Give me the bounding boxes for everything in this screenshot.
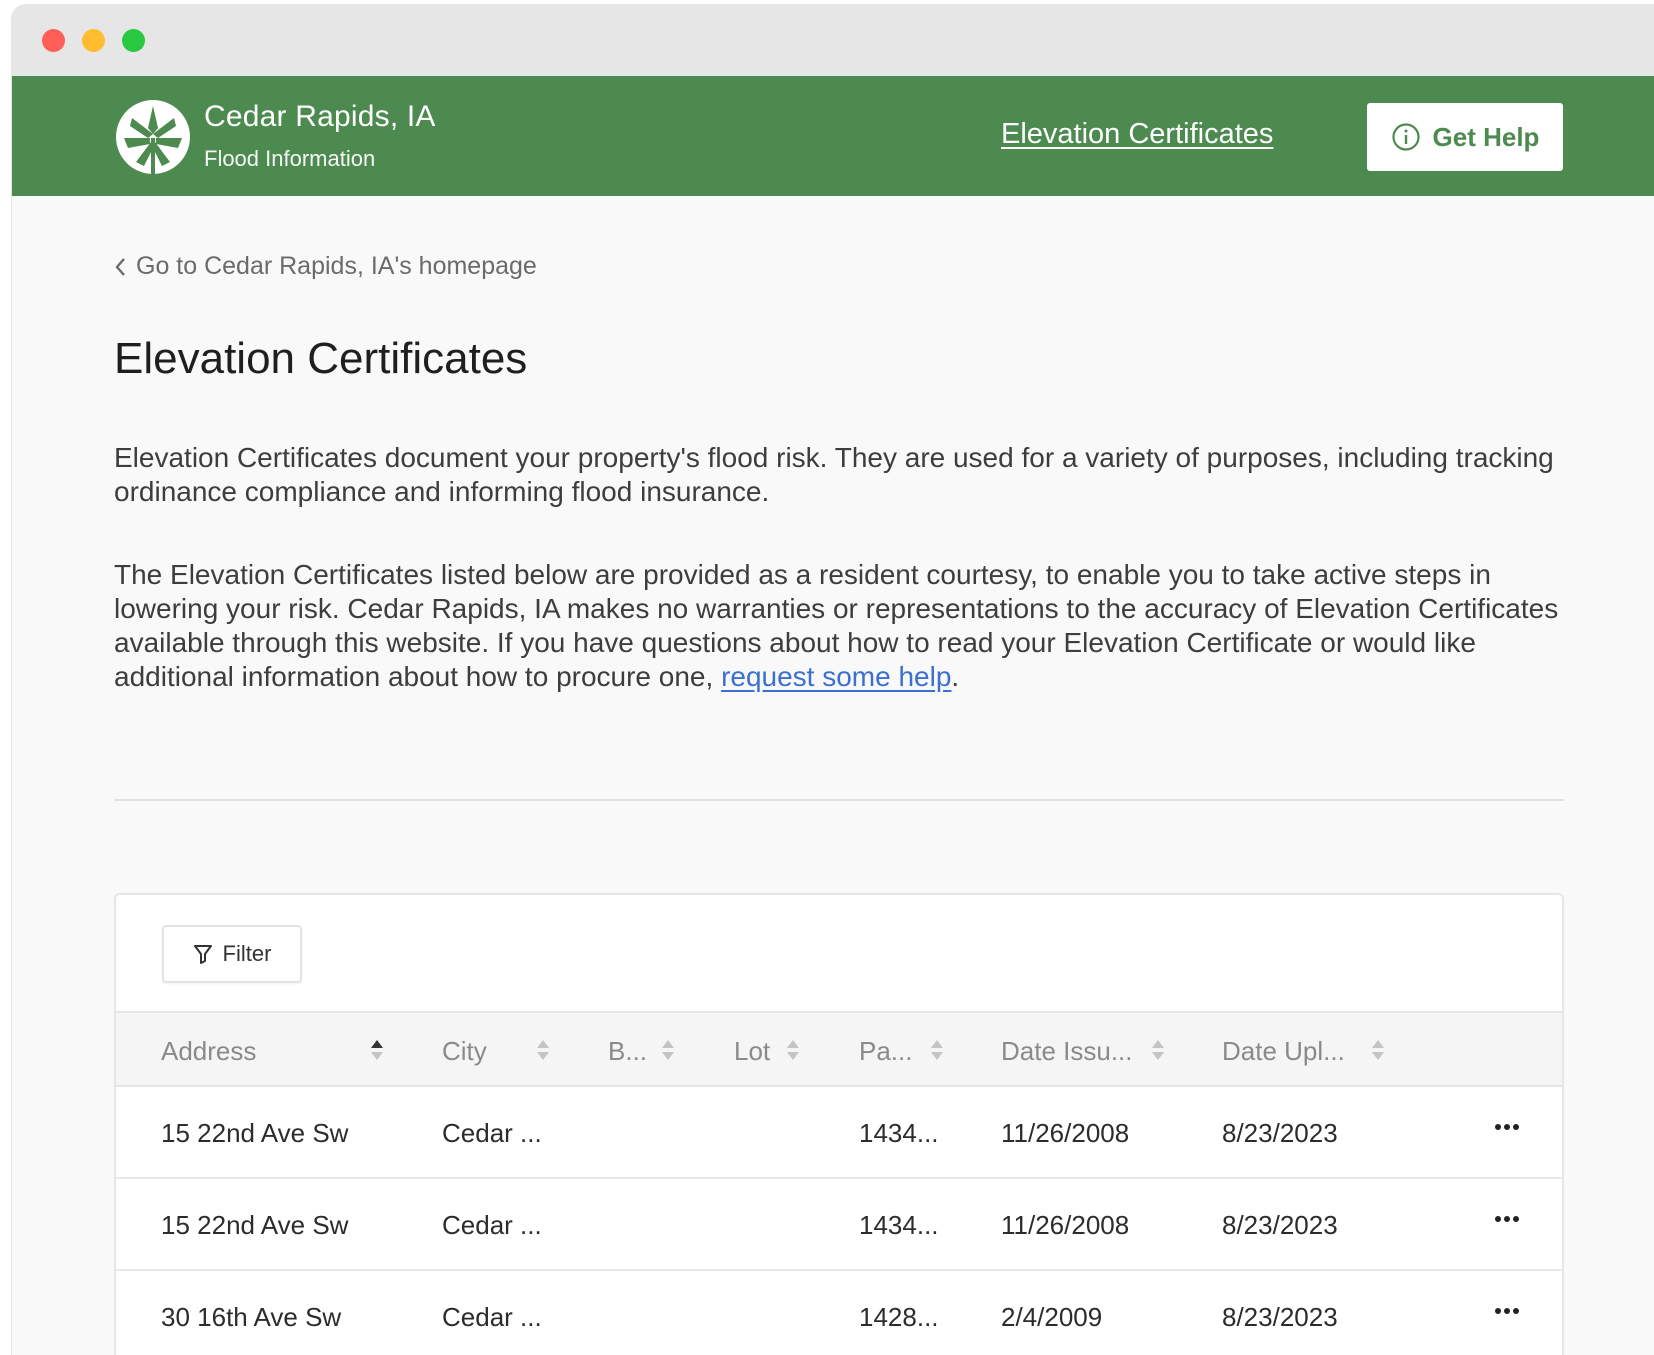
sort-icon[interactable] <box>370 1038 384 1062</box>
table-row[interactable]: 30 16th Ave Sw Cedar ... 1428... 2/4/200… <box>116 1271 1562 1355</box>
more-icon[interactable] <box>1494 1123 1520 1131</box>
column-header-parcel[interactable]: Pa... <box>859 1013 912 1089</box>
cell-parcel: 1428... <box>859 1301 939 1332</box>
sort-icon[interactable] <box>536 1038 550 1062</box>
column-header-city[interactable]: City <box>442 1013 487 1089</box>
sort-icon[interactable] <box>661 1038 675 1062</box>
column-header-address[interactable]: Address <box>161 1013 256 1089</box>
sort-icon[interactable] <box>1371 1038 1385 1062</box>
more-icon[interactable] <box>1494 1307 1520 1315</box>
cell-address: 15 22nd Ave Sw <box>161 1209 349 1240</box>
intro-paragraph: Elevation Certificates document your pro… <box>114 442 1554 507</box>
more-icon[interactable] <box>1494 1215 1520 1223</box>
filter-label: Filter <box>222 941 272 966</box>
browser-window: Cedar Rapids, IA Flood Information Eleva… <box>12 5 1654 1355</box>
nav-elevation-certificates-link[interactable]: Elevation Certificates <box>1001 118 1273 151</box>
maximize-window-button[interactable] <box>122 29 145 52</box>
cell-date-issued: 11/26/2008 <box>1001 1117 1130 1148</box>
page-title: Elevation Certificates <box>114 334 528 383</box>
cell-address: 30 16th Ave Sw <box>161 1301 342 1332</box>
cell-date-uploaded: 8/23/2023 <box>1222 1301 1338 1332</box>
filter-button[interactable]: Filter <box>162 925 302 983</box>
minimize-window-button[interactable] <box>82 29 105 52</box>
column-header-date-uploaded[interactable]: Date Upl... <box>1222 1013 1345 1089</box>
cell-city: Cedar ... <box>442 1209 542 1240</box>
certificates-table: Filter Address City B... Lot Pa... Date … <box>114 893 1564 1355</box>
table-row[interactable]: 15 22nd Ave Sw Cedar ... 1434... 11/26/2… <box>116 1087 1562 1179</box>
window-titlebar <box>12 5 1654 76</box>
cell-address: 15 22nd Ave Sw <box>161 1117 349 1148</box>
brand-subtitle: Flood Information <box>204 146 376 171</box>
section-divider <box>114 799 1564 801</box>
cell-date-uploaded: 8/23/2023 <box>1222 1209 1338 1240</box>
cell-date-uploaded: 8/23/2023 <box>1222 1117 1338 1148</box>
get-help-button[interactable]: Get Help <box>1367 103 1563 171</box>
table-row[interactable]: 15 22nd Ave Sw Cedar ... 1434... 11/26/2… <box>116 1179 1562 1271</box>
cell-city: Cedar ... <box>442 1117 542 1148</box>
cell-city: Cedar ... <box>442 1301 542 1332</box>
close-window-button[interactable] <box>42 29 65 52</box>
request-help-link[interactable]: request some help <box>721 661 951 692</box>
sort-icon[interactable] <box>786 1038 800 1062</box>
brand-title: Cedar Rapids, IA <box>204 100 436 133</box>
info-icon <box>1391 123 1420 151</box>
cell-parcel: 1434... <box>859 1209 939 1240</box>
back-link-label: Go to Cedar Rapids, IA's homepage <box>136 252 537 280</box>
cell-parcel: 1434... <box>859 1117 939 1148</box>
filter-icon <box>193 945 212 964</box>
column-header-lot[interactable]: Lot <box>734 1013 770 1089</box>
back-to-homepage-link[interactable]: Go to Cedar Rapids, IA's homepage <box>114 252 537 281</box>
sort-icon[interactable] <box>1151 1038 1165 1062</box>
sort-icon[interactable] <box>930 1038 944 1062</box>
table-header: Address City B... Lot Pa... Date Issu...… <box>116 1011 1562 1087</box>
disclaimer-end: . <box>951 661 960 692</box>
app-header: Cedar Rapids, IA Flood Information Eleva… <box>12 76 1654 196</box>
disclaimer-paragraph: The Elevation Certificates listed below … <box>114 558 1564 694</box>
cell-date-issued: 11/26/2008 <box>1001 1209 1130 1240</box>
logo-icon[interactable] <box>114 98 192 176</box>
chevron-left-icon <box>115 257 125 276</box>
column-header-date-issued[interactable]: Date Issu... <box>1001 1013 1133 1089</box>
cell-date-issued: 2/4/2009 <box>1001 1301 1103 1332</box>
get-help-label: Get Help <box>1432 121 1540 152</box>
column-header-block[interactable]: B... <box>608 1013 647 1089</box>
